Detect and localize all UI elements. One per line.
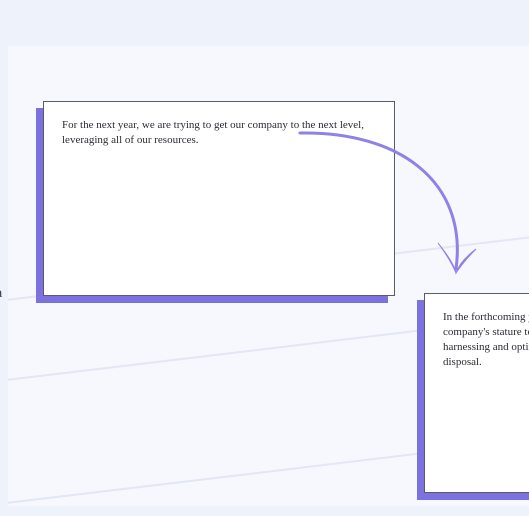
design-canvas[interactable]: For the next year, we are trying to get …	[8, 46, 529, 506]
card-body: For the next year, we are trying to get …	[43, 101, 395, 296]
card-body: In the forthcoming year, we aspire to el…	[424, 293, 529, 493]
rewritten-card[interactable]: In the forthcoming year, we aspire to el…	[424, 293, 529, 493]
left-edge-glyph: a	[0, 286, 2, 302]
rewritten-card-text: In the forthcoming year, we aspire to el…	[443, 310, 529, 369]
source-card[interactable]: For the next year, we are trying to get …	[43, 101, 395, 296]
source-card-text: For the next year, we are trying to get …	[62, 118, 376, 148]
